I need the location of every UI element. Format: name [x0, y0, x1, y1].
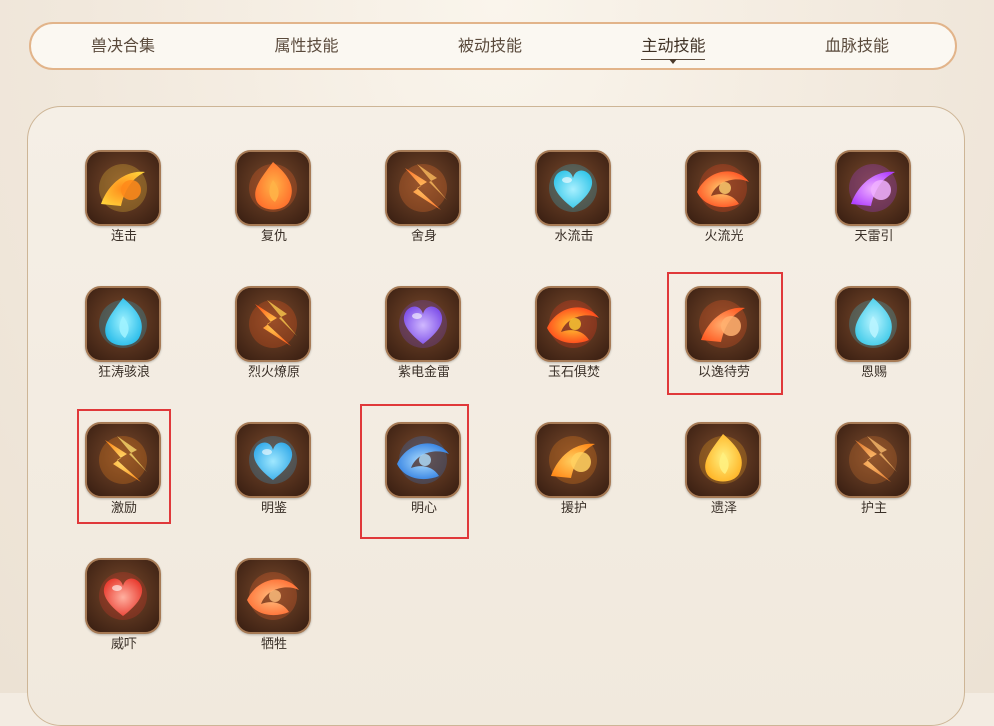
skill-name: 牺牲	[260, 637, 287, 652]
tidal-wave-icon	[85, 286, 161, 362]
tab-attribute-skills[interactable]: 属性技能	[274, 36, 338, 56]
skill-name: 恩赐	[860, 365, 887, 380]
skill-item[interactable]: 玉石俱焚	[519, 278, 629, 388]
blaze-icon	[235, 286, 311, 362]
skill-name: 复仇	[260, 229, 287, 244]
skill-name: 火流光	[704, 229, 744, 244]
highlight-box	[360, 404, 469, 539]
skill-name: 舍身	[410, 229, 437, 244]
tab-label: 血脉技能	[824, 36, 889, 55]
tab-passive-skills[interactable]: 被动技能	[458, 36, 522, 56]
fire-claw-icon	[685, 150, 761, 226]
skill-item[interactable]: 护主	[819, 414, 929, 524]
highlight-box	[667, 272, 783, 395]
sacrifice-shield-icon	[385, 150, 461, 226]
skill-name: 威吓	[110, 637, 137, 652]
skill-name: 援护	[560, 501, 587, 516]
skill-name: 烈火燎原	[247, 365, 300, 380]
blessing-heart-icon	[835, 286, 911, 362]
skill-name: 水流击	[554, 229, 594, 244]
skill-item[interactable]: 威吓	[69, 550, 179, 660]
tab-active-skills[interactable]: 主动技能	[641, 36, 706, 60]
skill-item[interactable]: 牺牲	[219, 550, 329, 660]
legacy-beast-icon	[685, 422, 761, 498]
tab-active-indicator	[641, 59, 706, 60]
tab-beast-collection[interactable]: 兽决合集	[91, 36, 155, 56]
tab-label: 主动技能	[641, 36, 706, 55]
thunder-claw-icon	[835, 150, 911, 226]
tab-label: 属性技能	[274, 36, 339, 55]
skill-item[interactable]: 连击	[69, 142, 179, 252]
guard-shield-icon	[535, 422, 611, 498]
revenge-flame-icon	[235, 150, 311, 226]
skill-item[interactable]: 紫电金雷	[369, 278, 479, 388]
skill-item[interactable]: 天雷引	[819, 142, 929, 252]
skill-item[interactable]: 火流光	[669, 142, 779, 252]
skill-name: 玉石俱焚	[547, 365, 600, 380]
skill-name: 天雷引	[854, 229, 894, 244]
protector-warrior-icon	[835, 422, 911, 498]
skill-item[interactable]: 水流击	[519, 142, 629, 252]
skill-item[interactable]: 烈火燎原	[219, 278, 329, 388]
tab-label: 被动技能	[457, 36, 522, 55]
highlight-box	[77, 409, 171, 524]
skill-name: 明鉴	[260, 501, 287, 516]
sacrifice-heart-icon	[235, 558, 311, 634]
tab-label: 兽决合集	[91, 36, 156, 55]
skill-name: 连击	[110, 229, 137, 244]
skill-name: 紫电金雷	[397, 365, 450, 380]
water-claw-icon	[535, 150, 611, 226]
purple-lightning-icon	[385, 286, 461, 362]
skill-item[interactable]: 援护	[519, 414, 629, 524]
tab-bloodline-skills[interactable]: 血脉技能	[825, 36, 889, 56]
skill-name: 狂涛骇浪	[97, 365, 150, 380]
skill-item[interactable]: 复仇	[219, 142, 329, 252]
intimidate-swirl-icon	[85, 558, 161, 634]
insight-wave-icon	[235, 422, 311, 498]
tab-bar: 兽决合集 属性技能 被动技能 主动技能 血脉技能	[29, 22, 957, 70]
skill-item[interactable]: 明鉴	[219, 414, 329, 524]
skill-item[interactable]: 恩赐	[819, 278, 929, 388]
skill-name: 遗泽	[710, 501, 737, 516]
skill-name: 护主	[860, 501, 887, 516]
skill-item[interactable]: 遗泽	[669, 414, 779, 524]
burning-stone-icon	[535, 286, 611, 362]
skill-item[interactable]: 舍身	[369, 142, 479, 252]
strike-chain-icon	[85, 150, 161, 226]
skill-item[interactable]: 狂涛骇浪	[69, 278, 179, 388]
